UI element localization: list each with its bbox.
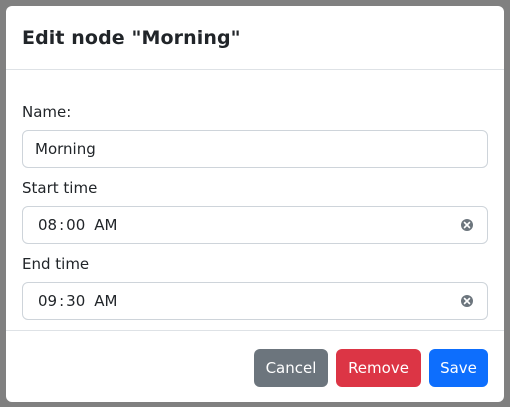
end-time-input[interactable]: 09 : 30 AM (22, 282, 488, 320)
clear-icon[interactable] (461, 295, 473, 307)
clear-icon[interactable] (461, 219, 473, 231)
dialog-title: Edit node "Morning" (22, 26, 241, 49)
name-input-value: Morning (35, 140, 96, 158)
end-time-ampm[interactable]: AM (94, 292, 117, 310)
save-button[interactable]: Save (429, 349, 488, 387)
clear-x-glyph (463, 297, 471, 305)
dialog-footer: Cancel Remove Save (6, 330, 504, 402)
start-time-separator: : (59, 216, 65, 234)
end-time-separator: : (59, 292, 65, 310)
start-time-minutes[interactable]: 00 (66, 216, 85, 234)
clear-x-glyph (463, 221, 471, 229)
dialog-header: Edit node "Morning" (6, 6, 504, 70)
end-time-minutes[interactable]: 30 (66, 292, 85, 310)
cancel-button[interactable]: Cancel (254, 349, 328, 387)
dialog-body: Name: Morning Start time 08 : 00 AM End … (6, 70, 504, 330)
edit-node-dialog: Edit node "Morning" Name: Morning Start … (6, 6, 504, 402)
start-time-hours[interactable]: 08 (38, 216, 57, 234)
start-time-input[interactable]: 08 : 00 AM (22, 206, 488, 244)
start-time-label: Start time (22, 179, 98, 197)
name-label: Name: (22, 103, 72, 121)
end-time-label: End time (22, 255, 90, 273)
remove-button[interactable]: Remove (336, 349, 421, 387)
name-input[interactable]: Morning (22, 130, 488, 168)
start-time-ampm[interactable]: AM (94, 216, 117, 234)
end-time-hours[interactable]: 09 (38, 292, 57, 310)
